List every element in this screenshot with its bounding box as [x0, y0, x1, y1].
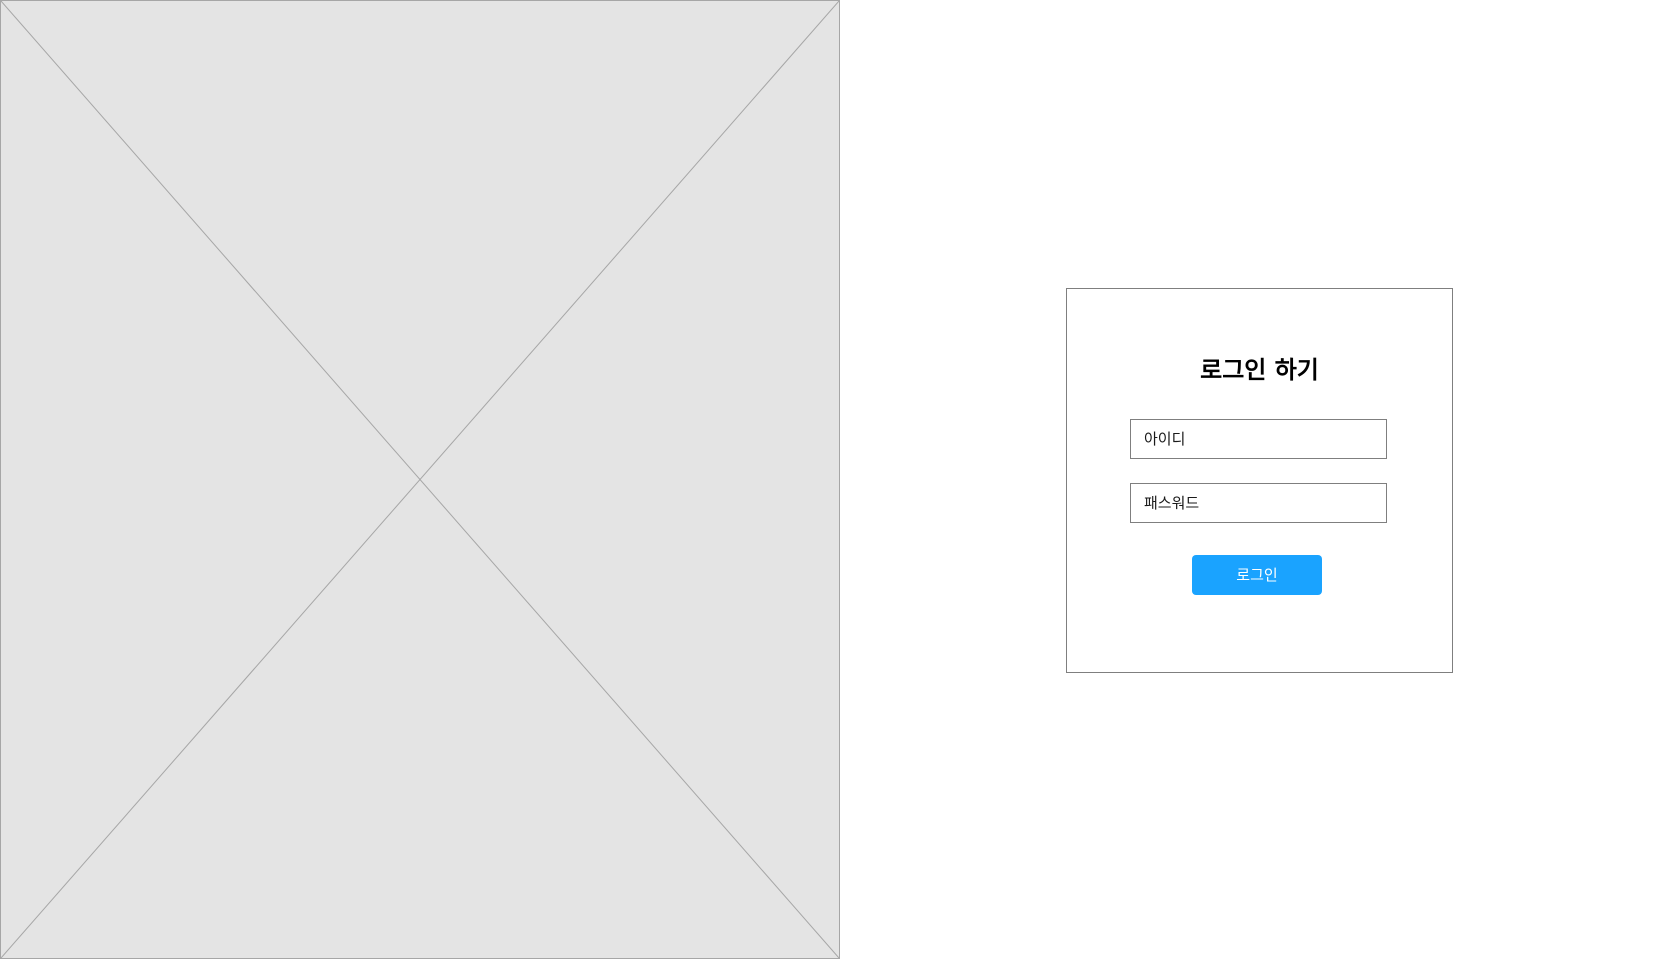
- image-placeholder-icon: [1, 1, 839, 958]
- id-input-placeholder: 아이디: [1144, 430, 1186, 448]
- password-input-placeholder: 패스워드: [1144, 494, 1200, 512]
- id-input[interactable]: 아이디: [1130, 419, 1387, 459]
- login-title: 로그인 하기: [1200, 356, 1319, 384]
- password-input[interactable]: 패스워드: [1130, 483, 1387, 523]
- image-placeholder: [0, 0, 840, 959]
- login-card: 로그인 하기 아이디 패스워드 로그인: [1066, 288, 1453, 673]
- login-button[interactable]: 로그인: [1192, 555, 1322, 595]
